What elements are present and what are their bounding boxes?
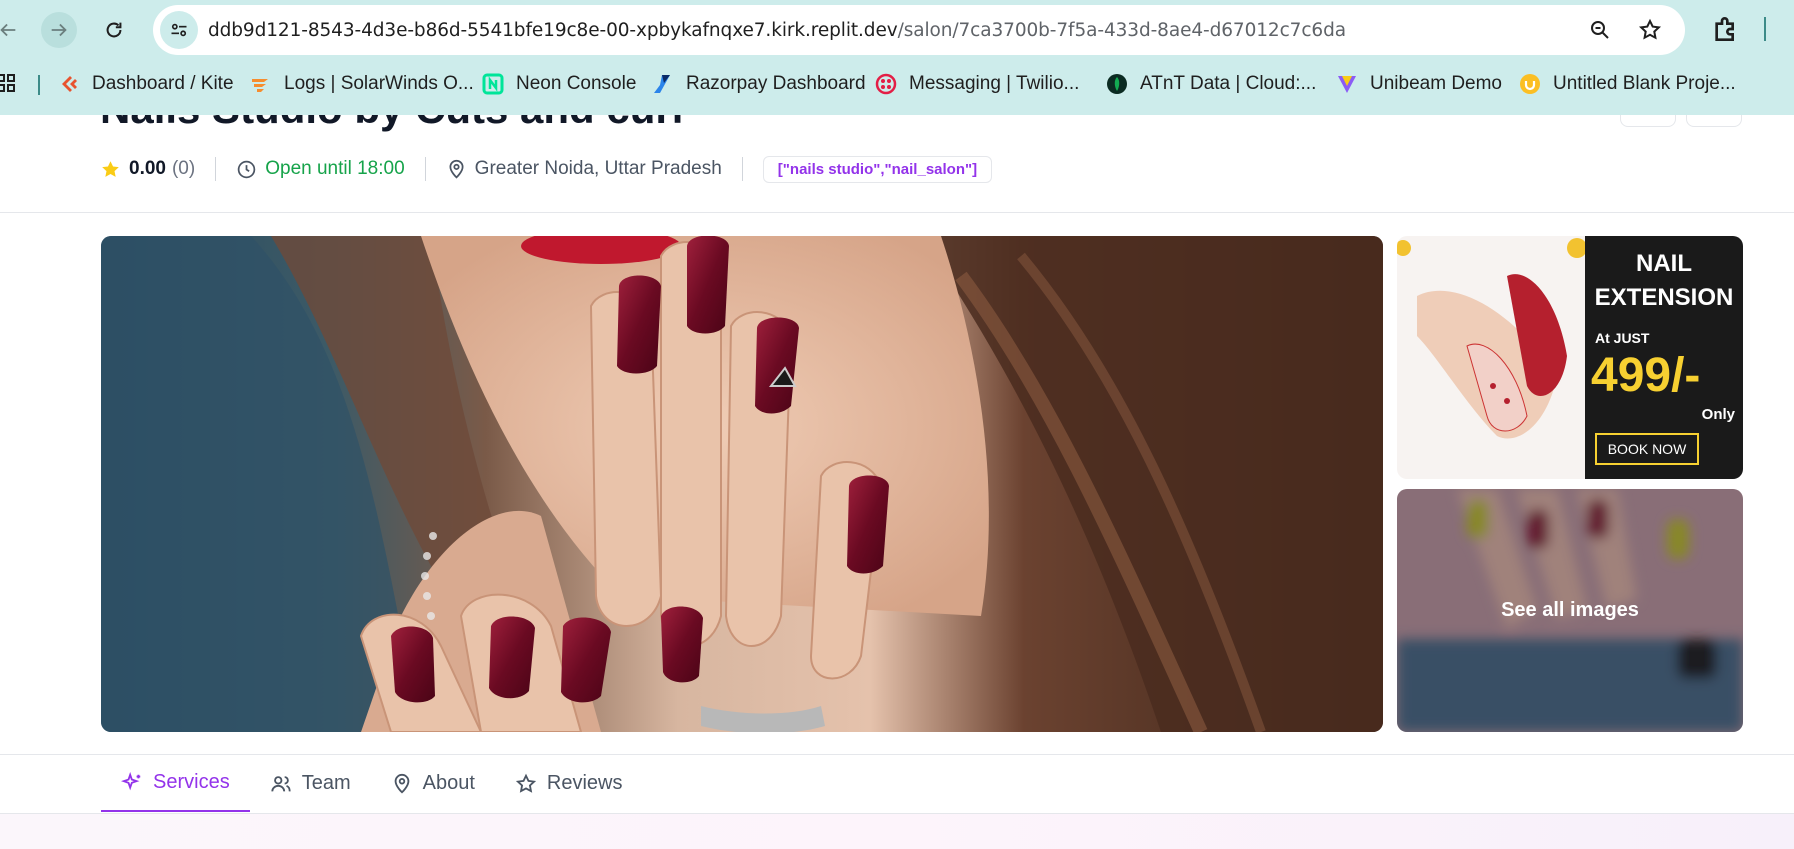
url-host: ddb9d121-8543-4d3e-b86d-5541bfe19c8e-00-… — [208, 20, 898, 41]
forward-button[interactable] — [41, 12, 77, 48]
favorite-button[interactable] — [1686, 115, 1742, 127]
unibeam-icon — [1338, 76, 1356, 93]
opening-hours: Open until 18:00 — [265, 158, 405, 179]
star-outline-icon — [515, 773, 536, 793]
promo-hand-photo — [1397, 236, 1585, 479]
tab-team[interactable]: Team — [250, 755, 371, 812]
main-gallery-image[interactable] — [101, 236, 1383, 732]
reload-icon — [106, 22, 122, 38]
star-bookmark-icon[interactable] — [1638, 18, 1662, 42]
neon-icon — [482, 73, 504, 95]
reload-button[interactable] — [96, 12, 132, 48]
solarwinds-icon — [252, 79, 268, 92]
url-text[interactable]: ddb9d121-8543-4d3e-b86d-5541bfe19c8e-00-… — [208, 20, 1346, 41]
bookmarks-separator — [38, 75, 40, 95]
bookmark-item[interactable]: Messaging | Twilio... — [875, 66, 1079, 102]
bookmark-label: Dashboard / Kite — [92, 73, 234, 94]
gallery-thumbnail-promo[interactable]: NAIL EXTENSION At JUST 499/- Only BOOK N… — [1397, 236, 1743, 479]
bookmark-item[interactable]: Dashboard / Kite — [58, 66, 234, 102]
salon-meta: 0.00 (0) Open until 18:00 Greater Noida,… — [100, 151, 993, 187]
browser-chrome: ddb9d121-8543-4d3e-b86d-5541bfe19c8e-00-… — [0, 0, 1794, 115]
promo-panel: NAIL EXTENSION At JUST 499/- Only BOOK N… — [1585, 236, 1743, 479]
arrow-left-icon — [0, 23, 16, 37]
project-icon — [1520, 74, 1540, 94]
url-path: /salon/7ca3700b-7f5a-433d-8ae4-d67012c7c… — [897, 20, 1346, 41]
tune-icon — [171, 23, 187, 37]
map-pin-icon — [394, 773, 409, 794]
tab-label: About — [422, 772, 475, 794]
site-info-button[interactable] — [160, 11, 198, 49]
salon-tabs: Services Team About Reviews — [101, 755, 642, 813]
salon-page: Nails Studio by Cuts and curl 0.00 (0) O… — [0, 115, 1794, 849]
bookmark-item[interactable]: Razorpay Dashboard — [652, 66, 866, 102]
promo-at-just: At JUST — [1595, 330, 1650, 346]
meta-divider — [424, 157, 426, 181]
promo-book-now: BOOK NOW — [1595, 433, 1699, 465]
tab-about[interactable]: About — [371, 755, 495, 812]
bookmarks-bar: Dashboard / Kite Logs | SolarWinds O... … — [0, 66, 1794, 102]
bookmark-item[interactable]: Logs | SolarWinds O... — [250, 66, 474, 102]
zoom-icon[interactable] — [1588, 18, 1612, 42]
location-text: Greater Noida, Uttar Pradesh — [474, 158, 722, 179]
bookmark-label: Untitled Blank Proje... — [1553, 73, 1736, 94]
tab-label: Services — [153, 771, 230, 793]
bookmark-item[interactable]: Untitled Blank Proje... — [1519, 66, 1736, 102]
promo-only: Only — [1701, 406, 1735, 423]
bookmark-label: Logs | SolarWinds O... — [284, 73, 474, 94]
bookmark-label: Neon Console — [516, 73, 637, 94]
promo-price: 499/- — [1591, 349, 1701, 402]
see-all-images-label: See all images — [1397, 489, 1743, 732]
bookmark-item[interactable]: ATnT Data | Cloud:... — [1106, 66, 1316, 102]
map-pin-icon — [449, 159, 464, 179]
category-tag: ["nails studio","nail_salon"] — [762, 155, 993, 183]
bookmark-label: Razorpay Dashboard — [686, 73, 866, 94]
rating-value: 0.00 — [129, 158, 166, 179]
tab-reviews[interactable]: Reviews — [495, 755, 643, 812]
users-icon — [271, 775, 291, 791]
back-button[interactable] — [0, 12, 26, 48]
kite-icon — [62, 76, 77, 92]
tab-label: Team — [301, 772, 351, 794]
nail-photo — [101, 236, 1383, 732]
share-button[interactable] — [1620, 115, 1676, 127]
promo-line1: NAIL — [1636, 250, 1692, 277]
tab-services[interactable]: Services — [101, 755, 250, 812]
toolbar-divider — [1764, 17, 1766, 41]
star-icon — [102, 160, 119, 177]
tab-label: Reviews — [546, 772, 623, 794]
apps-grid-icon[interactable] — [0, 73, 16, 93]
bookmark-item[interactable]: Neon Console — [482, 66, 636, 102]
extensions-icon[interactable] — [1710, 13, 1742, 45]
header-divider — [0, 212, 1794, 213]
meta-divider — [215, 157, 217, 181]
promo-line2: EXTENSION — [1594, 284, 1734, 311]
see-all-images-tile[interactable]: See all images — [1397, 489, 1743, 732]
bookmark-label: Messaging | Twilio... — [909, 73, 1080, 94]
meta-divider — [741, 157, 743, 181]
arrow-right-icon — [51, 23, 67, 37]
sparkles-icon — [121, 771, 141, 790]
bookmark-label: Unibeam Demo — [1370, 73, 1502, 94]
clock-icon — [237, 160, 256, 178]
salon-title: Nails Studio by Cuts and curl — [100, 115, 683, 133]
review-count: (0) — [171, 158, 196, 179]
bookmark-item[interactable]: Unibeam Demo — [1336, 66, 1502, 102]
mongodb-icon — [1107, 74, 1127, 94]
razorpay-icon — [654, 75, 670, 93]
services-section-top — [0, 814, 1794, 849]
address-bar[interactable]: ddb9d121-8543-4d3e-b86d-5541bfe19c8e-00-… — [153, 5, 1685, 55]
bookmark-label: ATnT Data | Cloud:... — [1140, 73, 1317, 94]
twilio-icon — [875, 73, 897, 95]
